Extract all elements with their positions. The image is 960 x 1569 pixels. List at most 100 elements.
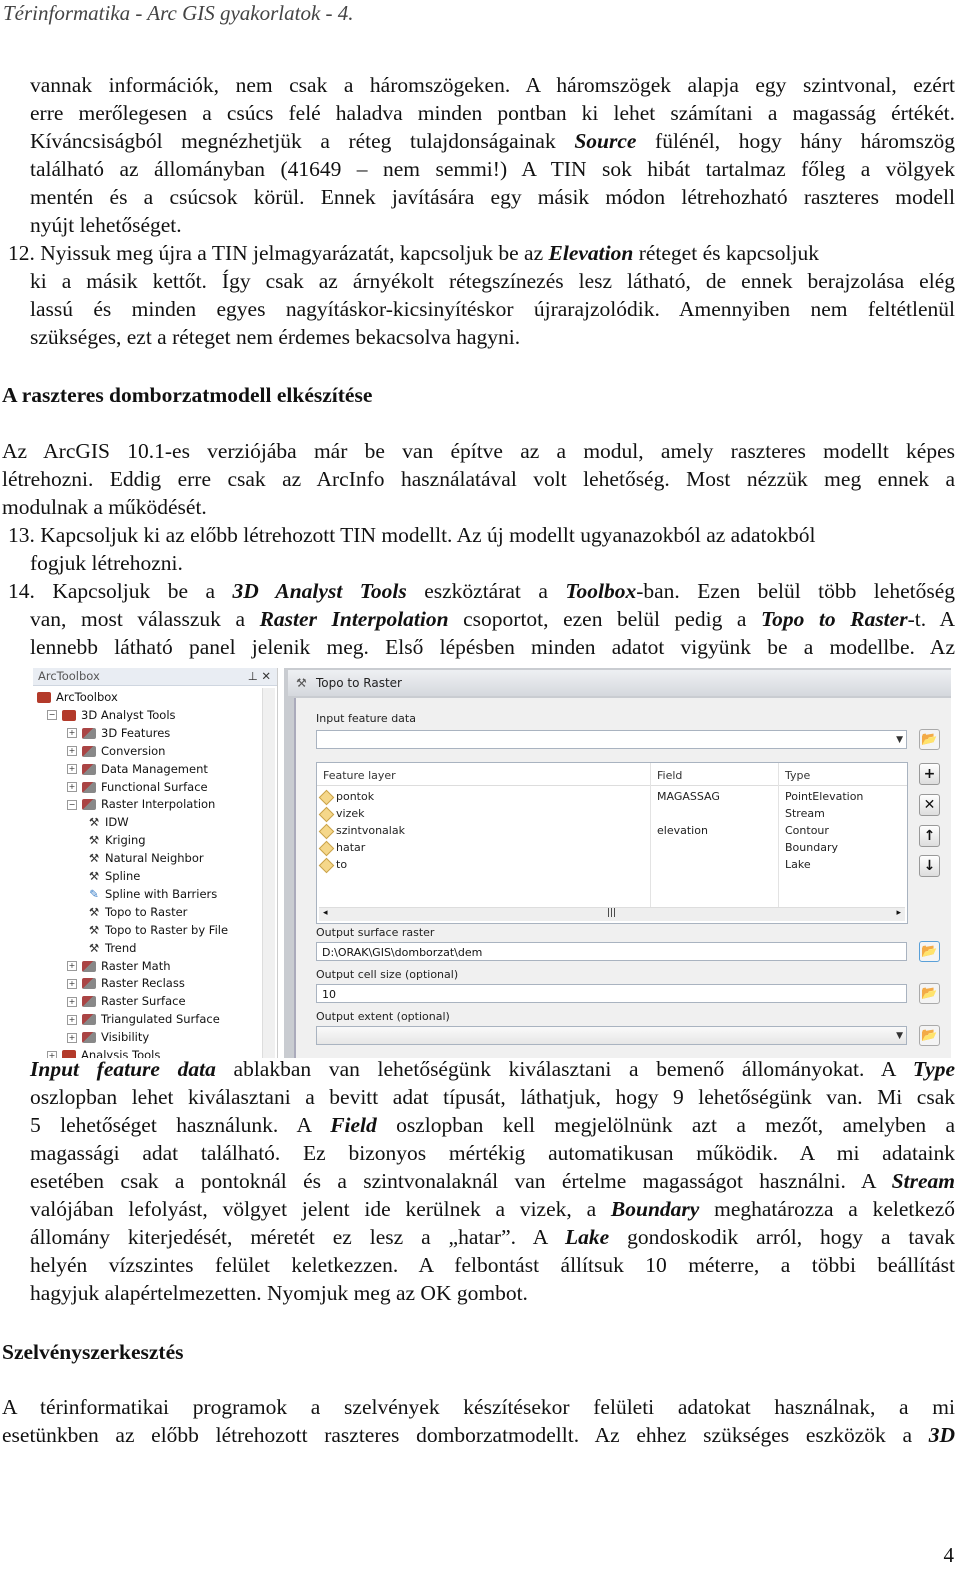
tree-item[interactable]: ⚒ Trend [87, 939, 137, 957]
tree-item[interactable]: + Raster Surface [67, 992, 186, 1010]
type-cell[interactable]: PointElevation [785, 790, 863, 803]
hammer-icon: ⚒ [88, 869, 100, 883]
text-run: modulnak a működését. [2, 495, 207, 519]
tree-item-label: Visibility [101, 1030, 150, 1045]
text-line: esetében csak a pontoknál és a szintvona… [30, 1167, 955, 1195]
text-run: lassú és minden egyes nagyításkor-kicsin… [30, 297, 955, 321]
type-cell[interactable]: Boundary [785, 841, 838, 854]
tree-item[interactable]: + Analysis Tools [47, 1046, 160, 1058]
add-row-button[interactable]: + [919, 763, 940, 785]
tree-item[interactable]: ⚒ Kriging [87, 831, 146, 849]
tree-item[interactable]: ⚒ Natural Neighbor [87, 849, 204, 867]
toolset-icon [82, 1014, 96, 1026]
tree-item[interactable]: + Visibility [67, 1028, 149, 1046]
output-surface-raster-label: Output surface raster [316, 926, 435, 939]
output-extent-combo[interactable]: ▼ [316, 1026, 907, 1045]
move-up-button[interactable]: ↑ [919, 825, 940, 847]
emphasized-term: 3D [928, 1423, 955, 1447]
horizontal-scrollbar[interactable]: ◂ ||| ▸ [319, 907, 905, 921]
text-line: található az állományban (41649 – nem se… [30, 155, 955, 183]
emphasized-term: Source [574, 129, 637, 153]
tree-item[interactable]: + Functional Surface [67, 778, 208, 796]
expand-icon[interactable]: + [67, 728, 77, 739]
collapse-icon[interactable]: − [47, 710, 57, 721]
tree-item[interactable]: + Raster Reclass [67, 974, 185, 992]
tree-item[interactable]: + Conversion [67, 742, 165, 760]
toolset-icon [82, 960, 96, 972]
type-cell[interactable]: Contour [785, 824, 829, 837]
feature-layer-name: pontok [336, 790, 375, 803]
text-run: erre merőlegesen a csúcs felé haladva mi… [30, 101, 955, 125]
type-cell[interactable]: Lake [785, 858, 811, 871]
pin-close-icons[interactable]: ⊥ ✕ [248, 668, 271, 685]
feature-layer-name: hatar [336, 841, 366, 854]
type-cell[interactable]: Stream [785, 807, 825, 820]
dropdown-arrow-icon[interactable]: ▼ [896, 1027, 903, 1046]
emphasized-term: Input feature data [30, 1057, 216, 1081]
text-run: oszlopban lehet kiválasztani a bevitt ad… [30, 1085, 955, 1109]
feature-layer-name: vizek [336, 807, 365, 820]
tree-item[interactable]: + Data Management [67, 760, 208, 778]
tree-item-label: Raster Reclass [101, 976, 185, 991]
expand-icon[interactable]: + [67, 1014, 77, 1025]
toolset-icon [82, 799, 96, 811]
expand-icon[interactable]: + [67, 764, 77, 775]
emphasized-term: Stream [891, 1169, 955, 1193]
tree-item[interactable]: − 3D Analyst Tools [47, 706, 176, 724]
text-run: 14. Kapcsoljuk be a [8, 579, 233, 603]
text-run: esetünkben az előbb létrehozott rasztere… [2, 1423, 929, 1447]
output-surface-raster-input[interactable]: D:\ORAK\GIS\domborzat\dem [316, 942, 907, 961]
expand-icon[interactable]: + [67, 1032, 77, 1043]
hammer-icon: ⚒ [88, 940, 100, 955]
tree-item[interactable]: +3D Features [67, 724, 170, 742]
page-number: 4 [943, 1543, 955, 1567]
text-line: valójában lefolyást, völgyet jelent ide … [30, 1195, 955, 1223]
text-run: mentén és a csúcsok körül. Ennek javítás… [30, 185, 955, 209]
tree-item[interactable]: ⚒ IDW [87, 813, 129, 831]
tree-item-label: Spline with Barriers [105, 886, 218, 901]
browse-folder-button[interactable]: 📂 [919, 1025, 940, 1046]
tree-item[interactable]: ⚒ Topo to Raster by File [87, 921, 228, 939]
column-header-field[interactable]: Field [657, 769, 682, 782]
emphasized-term: Type [912, 1057, 956, 1081]
field-cell[interactable]: MAGASSAG [657, 790, 720, 803]
column-header-type[interactable]: Type [785, 769, 810, 782]
expand-icon[interactable]: + [47, 1050, 57, 1058]
tree-item[interactable]: + Raster Math [67, 957, 171, 975]
feature-layer-icon [318, 806, 335, 822]
browse-folder-button[interactable]: 📂 [919, 983, 940, 1004]
document-page: Térinformatika - Arc GIS gyakorlatok - 4… [0, 0, 960, 1569]
input-feature-data-combo[interactable]: ▼ [316, 730, 907, 749]
tree-item[interactable]: + Triangulated Surface [67, 1010, 220, 1028]
vertical-scrollbar[interactable] [262, 688, 275, 1058]
running-header: Térinformatika - Arc GIS gyakorlatok - 4… [3, 1, 354, 25]
collapse-icon[interactable]: − [67, 799, 77, 810]
tree-item-label: Trend [105, 940, 137, 955]
tree-item[interactable]: ⚒ Spline [87, 867, 141, 885]
expand-icon[interactable]: + [67, 996, 77, 1007]
tree-item[interactable]: ✎ Spline with Barriers [87, 885, 217, 903]
expand-icon[interactable]: + [67, 782, 77, 792]
emphasized-term: Elevation [548, 241, 634, 265]
expand-icon[interactable]: + [67, 961, 77, 971]
text-line: lassú és minden egyes nagyításkor-kicsin… [30, 295, 955, 323]
browse-folder-button[interactable]: 📂 [919, 941, 940, 962]
text-run: réteget és kapcsoljuk [633, 241, 819, 265]
text-line: 13. Kapcsoljuk ki az előbb létrehozott T… [8, 521, 955, 549]
text-line: modulnak a működését. [2, 493, 955, 521]
tree-item[interactable]: ArcToolbox [37, 688, 118, 706]
dropdown-arrow-icon[interactable]: ▼ [896, 731, 903, 750]
field-cell[interactable]: elevation [657, 824, 708, 837]
column-header-feature-layer[interactable]: Feature layer [323, 769, 396, 782]
output-cell-size-input[interactable]: 10 [316, 984, 907, 1003]
expand-icon[interactable]: + [67, 978, 77, 989]
remove-row-button[interactable]: ✕ [919, 794, 940, 816]
browse-folder-button[interactable]: 📂 [919, 729, 940, 750]
text-line: Input feature data ablakban van lehetősé… [30, 1055, 955, 1083]
tree-item[interactable]: − Raster Interpolation [67, 795, 215, 813]
text-line: esetünkben az előbb létrehozott rasztere… [2, 1421, 955, 1449]
expand-icon[interactable]: + [67, 746, 77, 757]
tree-item[interactable]: ⚒ Topo to Raster [87, 903, 188, 921]
text-run: 13. Kapcsoljuk ki az előbb létrehozott T… [8, 523, 816, 547]
move-down-button[interactable]: ↓ [919, 855, 940, 877]
